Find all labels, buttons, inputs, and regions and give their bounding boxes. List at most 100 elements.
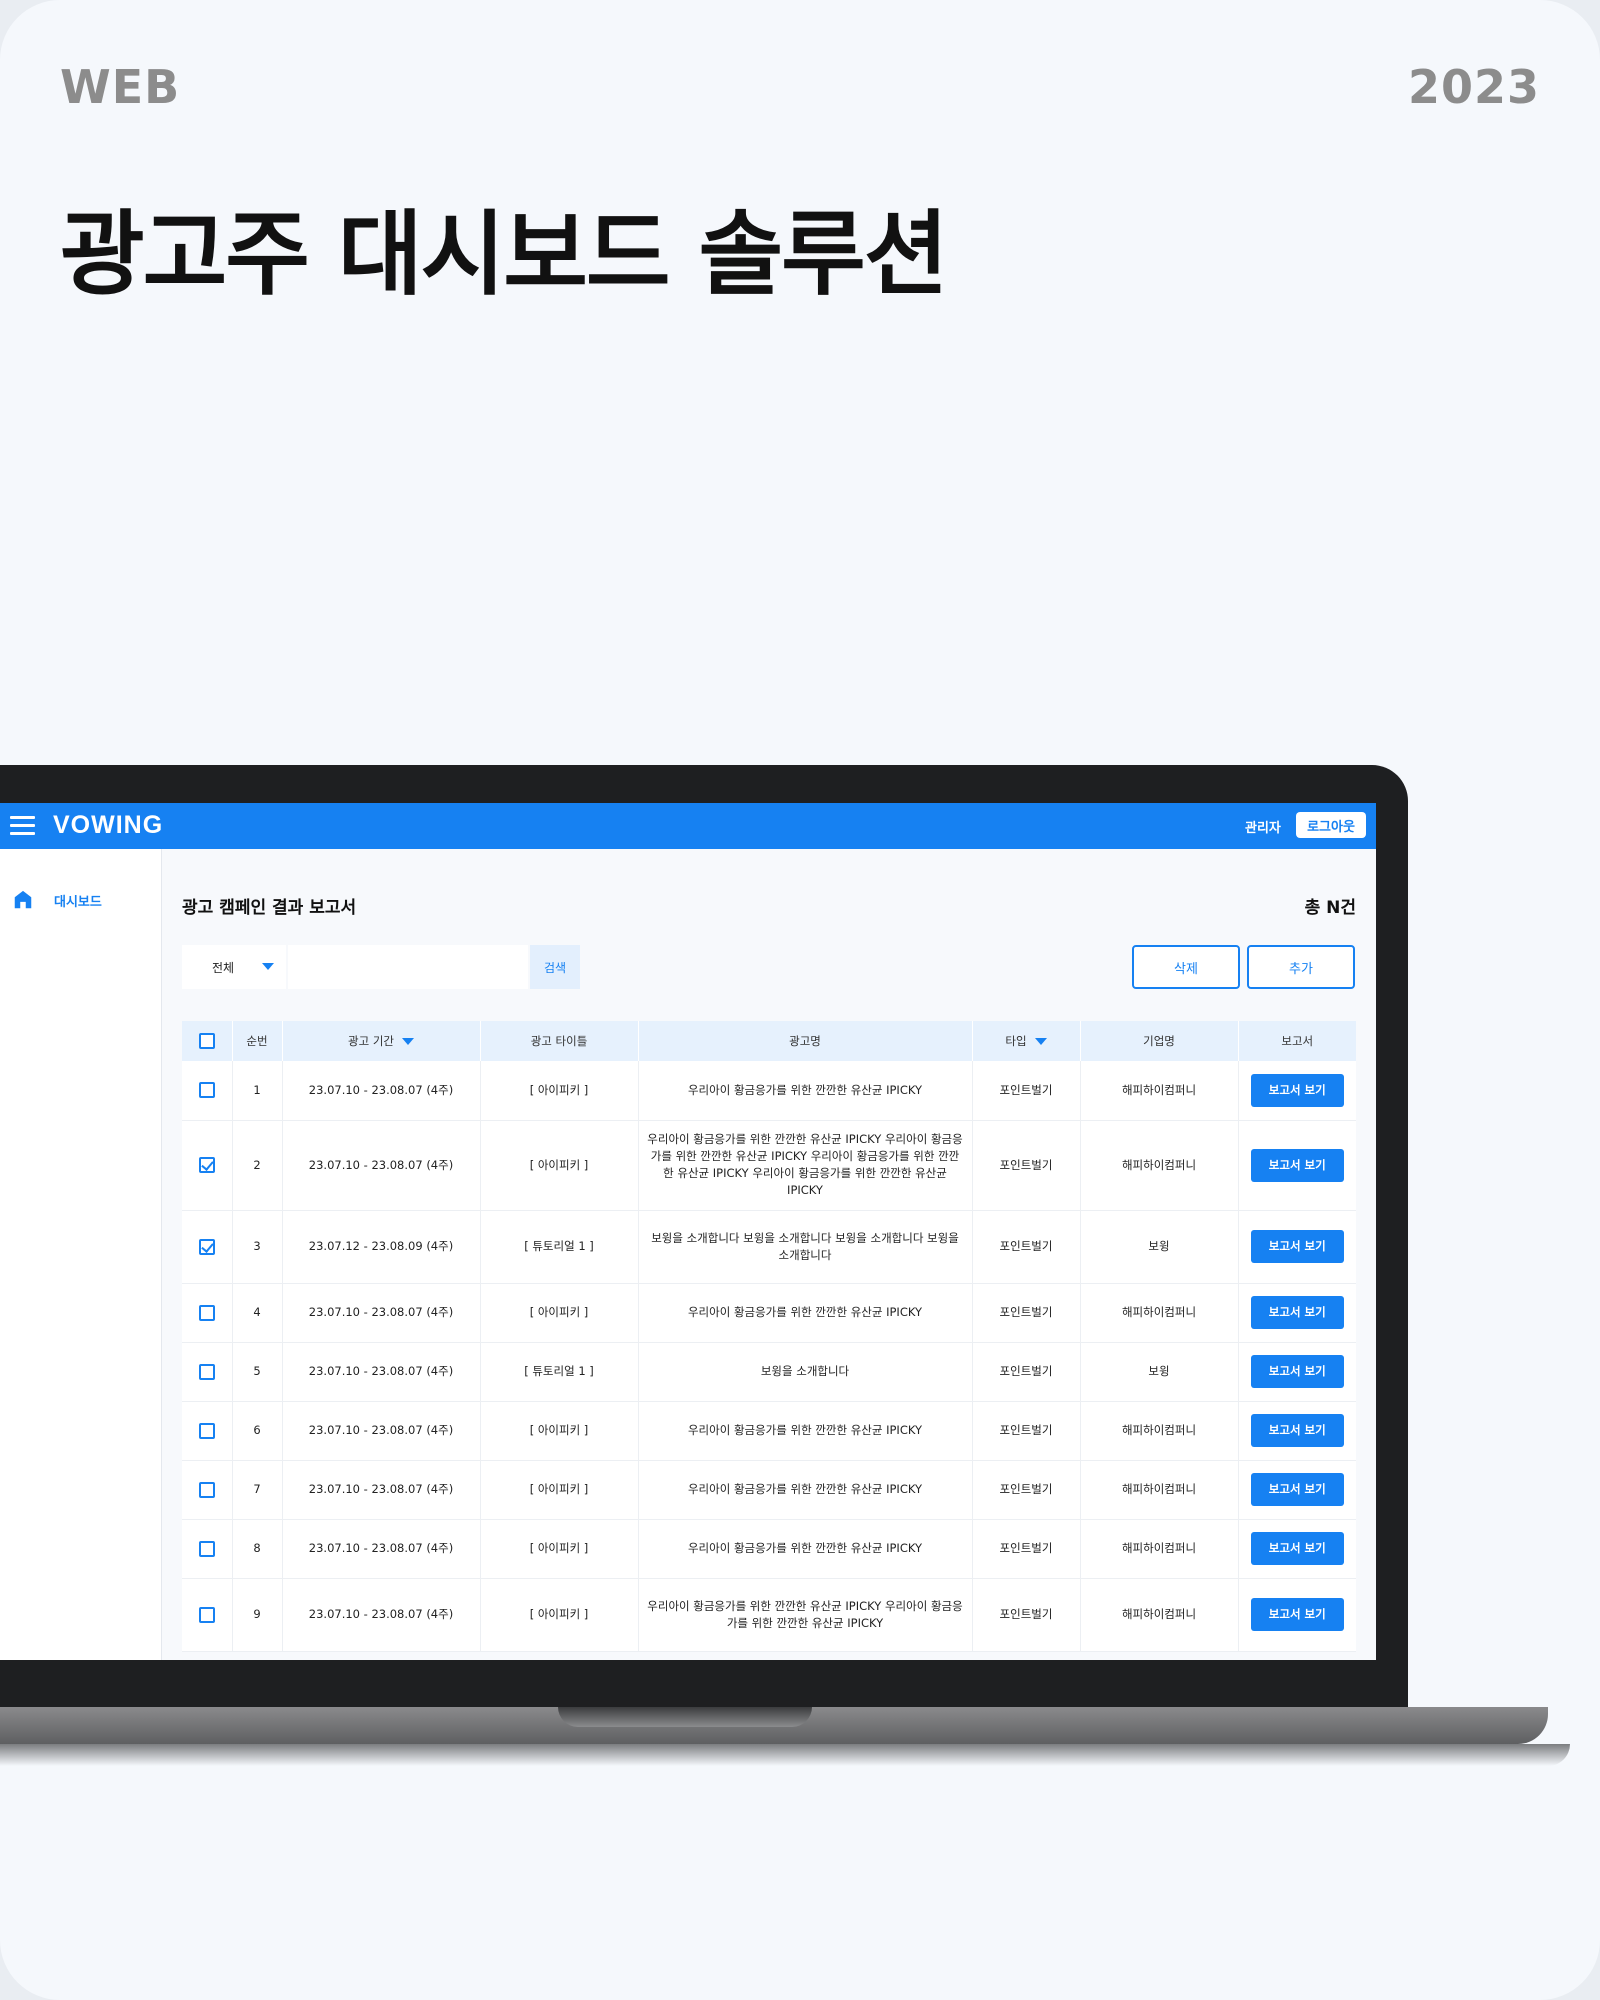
row-select-cell bbox=[182, 1578, 233, 1652]
row-checkbox[interactable] bbox=[198, 1422, 215, 1439]
row-checkbox[interactable] bbox=[198, 1082, 215, 1099]
row-period: 23.07.10 - 23.08.07 (4주) bbox=[282, 1342, 481, 1402]
laptop-shadow bbox=[0, 1744, 1570, 1766]
row-period: 23.07.10 - 23.08.07 (4주) bbox=[282, 1519, 481, 1579]
poster-card: WEB 2023 광고주 대시보드 솔루션 VOWING 관리자 로그아웃 대시… bbox=[0, 0, 1600, 2000]
filter-caret-icon[interactable] bbox=[1034, 1038, 1047, 1045]
sort-caret-icon[interactable] bbox=[401, 1038, 414, 1045]
table-header-row: 순번 광고 기간 광고 타이틀 광고명 타입 기업명 보고서 bbox=[182, 1021, 1356, 1061]
column-header-type[interactable]: 타입 bbox=[972, 1021, 1081, 1061]
row-ad-name: 우리아이 황금응가를 위한 깐깐한 유산균 IPICKY 우리아이 황금응가를 … bbox=[638, 1120, 973, 1211]
row-no: 3 bbox=[232, 1210, 283, 1284]
row-ad-title: [ 아이피키 ] bbox=[480, 1283, 639, 1343]
campaign-table: 순번 광고 기간 광고 타이틀 광고명 타입 기업명 보고서 1 23.07.1… bbox=[182, 1021, 1356, 1652]
row-checkbox[interactable] bbox=[198, 1157, 215, 1173]
column-header-ad-name[interactable]: 광고명 bbox=[638, 1021, 973, 1061]
row-ad-title: [ 아이피키 ] bbox=[480, 1460, 639, 1520]
row-company: 해피하이컴퍼니 bbox=[1080, 1283, 1239, 1343]
row-period: 23.07.10 - 23.08.07 (4주) bbox=[282, 1283, 481, 1343]
chevron-down-icon bbox=[262, 963, 274, 970]
row-company: 보윙 bbox=[1080, 1210, 1239, 1284]
row-report-cell: 보고서 보기 bbox=[1238, 1061, 1356, 1121]
row-ad-title: [ 아이피키 ] bbox=[480, 1401, 639, 1461]
add-button[interactable]: 추가 bbox=[1247, 945, 1355, 989]
row-period: 23.07.12 - 23.08.09 (4주) bbox=[282, 1210, 481, 1284]
row-type: 포인트벌기 bbox=[972, 1061, 1081, 1121]
row-ad-title: [ 튜토리얼 1 ] bbox=[480, 1210, 639, 1284]
delete-button[interactable]: 삭제 bbox=[1132, 945, 1240, 989]
row-select-cell bbox=[182, 1210, 233, 1284]
row-company: 해피하이컴퍼니 bbox=[1080, 1460, 1239, 1520]
row-report-cell: 보고서 보기 bbox=[1238, 1120, 1356, 1211]
row-ad-name: 우리아이 황금응가를 위한 깐깐한 유산균 IPICKY bbox=[638, 1460, 973, 1520]
row-ad-name: 우리아이 황금응가를 위한 깐깐한 유산균 IPICKY bbox=[638, 1283, 973, 1343]
main-content: 광고 캠페인 결과 보고서 총 N건 전체 검색 삭제 추가 순번 광고 기간 … bbox=[162, 849, 1376, 1660]
row-type: 포인트벌기 bbox=[972, 1519, 1081, 1579]
logout-button[interactable]: 로그아웃 bbox=[1296, 812, 1366, 838]
view-report-button[interactable]: 보고서 보기 bbox=[1250, 1532, 1344, 1565]
row-company: 해피하이컴퍼니 bbox=[1080, 1401, 1239, 1461]
filter-select[interactable]: 전체 bbox=[182, 945, 286, 989]
row-no: 6 bbox=[232, 1401, 283, 1461]
row-company: 해피하이컴퍼니 bbox=[1080, 1061, 1239, 1121]
table-row[interactable]: 7 23.07.10 - 23.08.07 (4주)[ 아이피키 ] 우리아이 황금… bbox=[182, 1460, 1356, 1520]
table-row[interactable]: 3 23.07.12 - 23.08.09 (4주)[ 튜토리얼 1 ] 보윙을 소… bbox=[182, 1210, 1356, 1284]
select-all-checkbox[interactable] bbox=[198, 1033, 215, 1049]
row-no: 2 bbox=[232, 1120, 283, 1211]
table-row[interactable]: 9 23.07.10 - 23.08.07 (4주)[ 아이피키 ] 우리아이 황금… bbox=[182, 1578, 1356, 1652]
table-row[interactable]: 4 23.07.10 - 23.08.07 (4주)[ 아이피키 ] 우리아이 황금… bbox=[182, 1283, 1356, 1343]
row-type: 포인트벌기 bbox=[972, 1120, 1081, 1211]
row-report-cell: 보고서 보기 bbox=[1238, 1342, 1356, 1402]
search-button[interactable]: 검색 bbox=[530, 945, 580, 989]
view-report-button[interactable]: 보고서 보기 bbox=[1250, 1473, 1344, 1506]
row-ad-name: 우리아이 황금응가를 위한 깐깐한 유산균 IPICKY bbox=[638, 1519, 973, 1579]
row-checkbox[interactable] bbox=[198, 1304, 215, 1321]
table-row[interactable]: 1 23.07.10 - 23.08.07 (4주)[ 아이피키 ] 우리아이 황금… bbox=[182, 1061, 1356, 1121]
view-report-button[interactable]: 보고서 보기 bbox=[1250, 1230, 1344, 1263]
column-header-no[interactable]: 순번 bbox=[232, 1021, 283, 1061]
row-company: 해피하이컴퍼니 bbox=[1080, 1120, 1239, 1211]
app-header: VOWING 관리자 로그아웃 bbox=[0, 803, 1376, 849]
platform-tag: WEB bbox=[60, 60, 181, 114]
poster-title: 광고주 대시보드 솔루션 bbox=[60, 201, 948, 308]
column-header-period[interactable]: 광고 기간 bbox=[282, 1021, 481, 1061]
sidebar-item-dashboard[interactable]: 대시보드 bbox=[12, 889, 102, 911]
row-ad-name: 보윙을 소개합니다 bbox=[638, 1342, 973, 1402]
row-checkbox[interactable] bbox=[198, 1363, 215, 1380]
brand-logo[interactable]: VOWING bbox=[53, 811, 163, 840]
table-row[interactable]: 2 23.07.10 - 23.08.07 (4주)[ 아이피키 ] 우리아이 황금… bbox=[182, 1120, 1356, 1211]
row-ad-title: [ 아이피키 ] bbox=[480, 1578, 639, 1652]
row-report-cell: 보고서 보기 bbox=[1238, 1401, 1356, 1461]
view-report-button[interactable]: 보고서 보기 bbox=[1250, 1414, 1344, 1447]
row-checkbox[interactable] bbox=[198, 1481, 215, 1498]
row-type: 포인트벌기 bbox=[972, 1578, 1081, 1652]
row-select-cell bbox=[182, 1401, 233, 1461]
view-report-button[interactable]: 보고서 보기 bbox=[1250, 1355, 1344, 1388]
row-checkbox[interactable] bbox=[198, 1540, 215, 1557]
column-header-company[interactable]: 기업명 bbox=[1080, 1021, 1239, 1061]
row-no: 8 bbox=[232, 1519, 283, 1579]
row-select-cell bbox=[182, 1061, 233, 1121]
row-select-cell bbox=[182, 1283, 233, 1343]
view-report-button[interactable]: 보고서 보기 bbox=[1250, 1598, 1344, 1631]
row-checkbox[interactable] bbox=[198, 1606, 215, 1623]
search-input[interactable] bbox=[288, 945, 528, 989]
row-no: 1 bbox=[232, 1061, 283, 1121]
row-no: 9 bbox=[232, 1578, 283, 1652]
table-row[interactable]: 5 23.07.10 - 23.08.07 (4주)[ 튜토리얼 1 ] 보윙을 소… bbox=[182, 1342, 1356, 1402]
column-header-type-label: 타입 bbox=[1005, 1034, 1027, 1048]
admin-label: 관리자 bbox=[1245, 821, 1281, 836]
laptop-screen: VOWING 관리자 로그아웃 대시보드 광고 캠페인 결과 보고서 총 N건 … bbox=[0, 803, 1376, 1660]
row-ad-title: [ 튜토리얼 1 ] bbox=[480, 1342, 639, 1402]
view-report-button[interactable]: 보고서 보기 bbox=[1250, 1296, 1344, 1329]
table-row[interactable]: 8 23.07.10 - 23.08.07 (4주)[ 아이피키 ] 우리아이 황금… bbox=[182, 1519, 1356, 1579]
row-select-cell bbox=[182, 1460, 233, 1520]
view-report-button[interactable]: 보고서 보기 bbox=[1250, 1073, 1344, 1107]
table-row[interactable]: 6 23.07.10 - 23.08.07 (4주)[ 아이피키 ] 우리아이 황금… bbox=[182, 1401, 1356, 1461]
view-report-button[interactable]: 보고서 보기 bbox=[1250, 1148, 1344, 1182]
row-checkbox[interactable] bbox=[198, 1238, 215, 1255]
menu-icon[interactable] bbox=[10, 816, 35, 836]
row-no: 5 bbox=[232, 1342, 283, 1402]
column-header-ad-title[interactable]: 광고 타이틀 bbox=[480, 1021, 639, 1061]
row-ad-title: [ 아이피키 ] bbox=[480, 1120, 639, 1211]
